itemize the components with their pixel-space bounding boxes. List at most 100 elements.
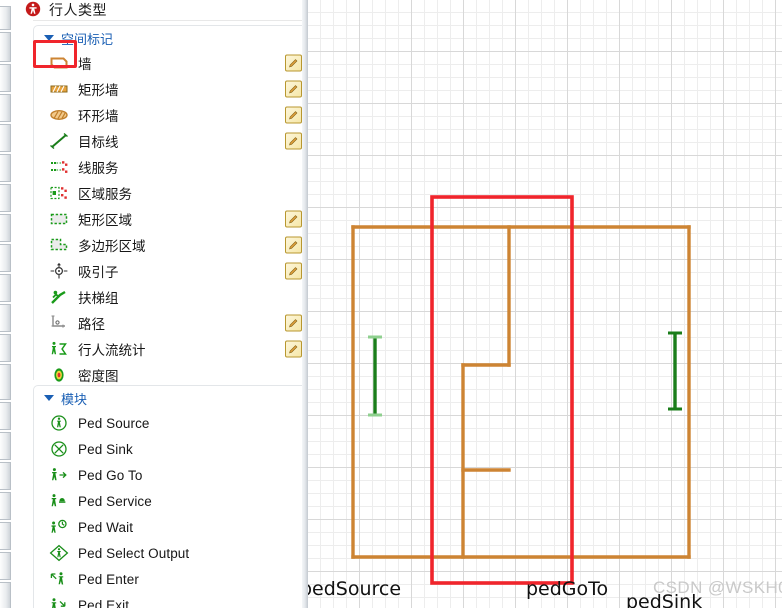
palette-group-space-markup: 空间标记 墙 矩形墙 环形墙 目标线 线服务 区域服务 矩形区域 多边形区域 吸… (33, 25, 302, 384)
attractor-icon (48, 261, 70, 281)
rail-segment[interactable] (0, 274, 11, 302)
rail-segment[interactable] (0, 64, 11, 92)
palette-panel: 行人类型 空间标记 墙 矩形墙 环形墙 目标线 线服务 区域服务 矩形区域 多边… (11, 0, 302, 608)
palette-item-ped-enter[interactable]: Ped Enter (34, 566, 302, 592)
group-header-label: 模块 (61, 391, 88, 407)
palette-item-target-line[interactable]: 目标线 (34, 128, 302, 154)
palette-item-label: 矩形墙 (78, 83, 119, 98)
rail-segment[interactable] (0, 522, 11, 550)
area-service-icon (48, 183, 70, 203)
canvas-label-ped-source: pedSource (308, 578, 402, 600)
wall-shape-outer (351, 225, 691, 559)
palette-item-wall[interactable]: 墙 (34, 50, 302, 76)
rail-segment[interactable] (0, 184, 11, 212)
rail-segment[interactable] (0, 124, 11, 152)
palette-item-label: Ped Wait (78, 519, 134, 535)
palette-item-label: Ped Source (78, 415, 150, 431)
ped-sink-icon (48, 439, 70, 459)
ped-service-icon (48, 491, 70, 511)
palette-item-escalator-group[interactable]: 扶梯组 (34, 284, 302, 310)
palette-item-label: 环形墙 (78, 109, 119, 124)
ped-enter-icon (48, 569, 70, 589)
rail-segment[interactable] (0, 402, 11, 430)
palette-item-ped-source[interactable]: Ped Source (34, 410, 302, 436)
panel-splitter[interactable] (302, 0, 308, 608)
rail-segment[interactable] (0, 214, 11, 242)
palette-item-pedestrian-type[interactable]: 行人类型 (11, 0, 302, 20)
palette-item-label: Ped Go To (78, 467, 143, 483)
palette-item-label: 扶梯组 (78, 291, 119, 306)
palette-item-label: Ped Select Output (78, 545, 190, 561)
group-header-modules[interactable]: 模块 (34, 386, 302, 410)
palette-item-ped-wait[interactable]: Ped Wait (34, 514, 302, 540)
palette-item-ped-flow-stats[interactable]: 行人流统计 (34, 336, 302, 362)
rail-segment[interactable] (0, 432, 11, 460)
palette-item-label: 行人类型 (49, 2, 107, 18)
palette-item-ped-service[interactable]: Ped Service (34, 488, 302, 514)
edit-pencil-icon[interactable] (285, 262, 302, 280)
target-line-shape-left (368, 335, 382, 417)
rect-area-icon (48, 209, 70, 229)
ped-source-icon (48, 413, 70, 433)
rail-segment[interactable] (0, 154, 11, 182)
ped-wait-icon (48, 517, 70, 537)
palette-item-ped-go-to[interactable]: Ped Go To (34, 462, 302, 488)
palette-item-label: 路径 (78, 317, 105, 332)
edit-pencil-icon[interactable] (285, 340, 302, 358)
palette-item-ped-sink[interactable]: Ped Sink (34, 436, 302, 462)
palette-item-label: 墙 (78, 57, 92, 72)
wall-icon (48, 53, 70, 73)
rail-segment[interactable] (0, 462, 11, 490)
palette-item-circular-wall[interactable]: 环形墙 (34, 102, 302, 128)
palette-item-label: Ped Exit (78, 597, 130, 608)
ped-go-to-icon (48, 465, 70, 485)
edit-pencil-icon[interactable] (285, 132, 302, 150)
palette-item-ped-select-output[interactable]: Ped Select Output (34, 540, 302, 566)
ped-flow-stats-icon (48, 339, 70, 359)
left-rail[interactable] (0, 0, 12, 608)
group-header-label: 空间标记 (61, 31, 114, 47)
panel-divider-line (33, 20, 302, 21)
palette-item-area-service[interactable]: 区域服务 (34, 180, 302, 206)
rail-segment[interactable] (0, 492, 11, 520)
rail-segment[interactable] (0, 94, 11, 122)
wall-shape-interior (461, 225, 511, 559)
palette-item-rect-wall[interactable]: 矩形墙 (34, 76, 302, 102)
rail-segment[interactable] (0, 582, 11, 608)
rail-segment[interactable] (0, 364, 11, 400)
polygon-area-icon (48, 235, 70, 255)
palette-item-label: 区域服务 (78, 187, 132, 202)
rail-segment[interactable] (0, 244, 11, 272)
target-line-shape-right (668, 331, 682, 411)
edit-pencil-icon[interactable] (285, 314, 302, 332)
watermark: CSDN @WSKH0929 (653, 578, 782, 597)
palette-item-attractor[interactable]: 吸引子 (34, 258, 302, 284)
canvas-label-ped-go-to: pedGoTo (526, 578, 609, 600)
drawing-canvas[interactable]: pedSource pedGoTo pedSink CSDN @WSKH0929 (308, 0, 782, 608)
palette-item-line-service[interactable]: 线服务 (34, 154, 302, 180)
pedestrian-type-icon (25, 1, 41, 20)
palette-item-path[interactable]: 路径 (34, 310, 302, 336)
palette-item-rect-area[interactable]: 矩形区域 (34, 206, 302, 232)
rail-segment[interactable] (0, 552, 11, 580)
rail-segment[interactable] (0, 334, 11, 362)
target-line-icon (48, 131, 70, 151)
rect-wall-icon (48, 79, 70, 99)
edit-pencil-icon[interactable] (285, 210, 302, 228)
edit-pencil-icon[interactable] (285, 236, 302, 254)
canvas-shapes (351, 195, 691, 585)
ped-select-output-icon (48, 543, 70, 563)
path-icon (48, 313, 70, 333)
edit-pencil-icon[interactable] (285, 80, 302, 98)
group-header-space-markup[interactable]: 空间标记 (34, 26, 302, 50)
rail-segment[interactable] (0, 6, 11, 30)
palette-item-label: 行人流统计 (78, 343, 146, 358)
palette-item-polygon-area[interactable]: 多边形区域 (34, 232, 302, 258)
edit-pencil-icon[interactable] (285, 54, 302, 72)
density-map-icon (48, 365, 70, 385)
palette-item-ped-exit[interactable]: Ped Exit (34, 592, 302, 608)
palette-item-label: Ped Sink (78, 441, 133, 457)
rail-segment[interactable] (0, 304, 11, 332)
edit-pencil-icon[interactable] (285, 106, 302, 124)
rail-segment[interactable] (0, 32, 11, 62)
